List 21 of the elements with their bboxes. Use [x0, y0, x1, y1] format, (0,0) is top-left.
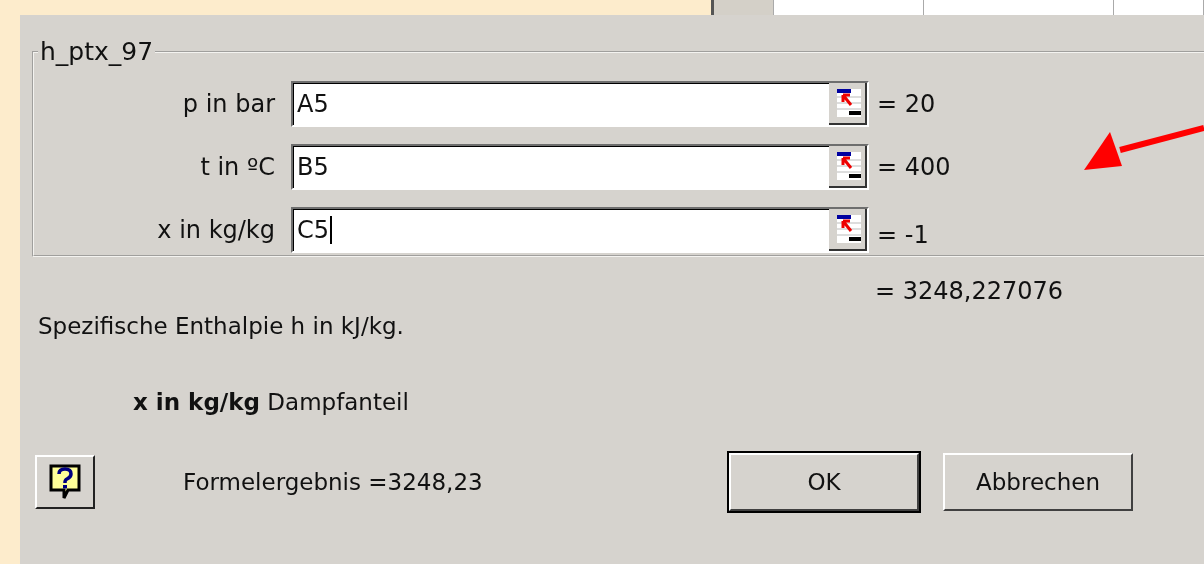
function-name: h_ptx_97: [39, 37, 155, 66]
argument-help-text: x in kg/kg Dampfanteil: [133, 389, 410, 415]
argument-field[interactable]: C5: [291, 206, 869, 253]
range-picker-icon[interactable]: [829, 82, 867, 125]
range-picker-icon[interactable]: [829, 208, 867, 251]
argument-field[interactable]: A5: [291, 80, 869, 127]
range-picker-icon[interactable]: [829, 145, 867, 188]
formula-result: Formelergebnis =3248,23: [183, 469, 484, 495]
argument-label: x in kg/kg: [156, 215, 276, 244]
cancel-button[interactable]: Abbrechen: [943, 453, 1133, 511]
argument-result: = 400: [877, 152, 951, 181]
argument-label: p in bar: [181, 89, 276, 118]
argument-result: = 20: [877, 89, 936, 118]
ok-button[interactable]: OK: [729, 453, 919, 511]
argument-label: t in ºC: [199, 152, 276, 181]
argument-field[interactable]: B5: [291, 143, 869, 190]
help-icon: [48, 463, 82, 501]
argument-result: = -1: [877, 220, 929, 249]
function-result: = 3248,227076: [875, 277, 1065, 305]
function-description: Spezifische Enthalpie h in kJ/kg.: [38, 313, 405, 339]
help-button[interactable]: [35, 455, 95, 509]
